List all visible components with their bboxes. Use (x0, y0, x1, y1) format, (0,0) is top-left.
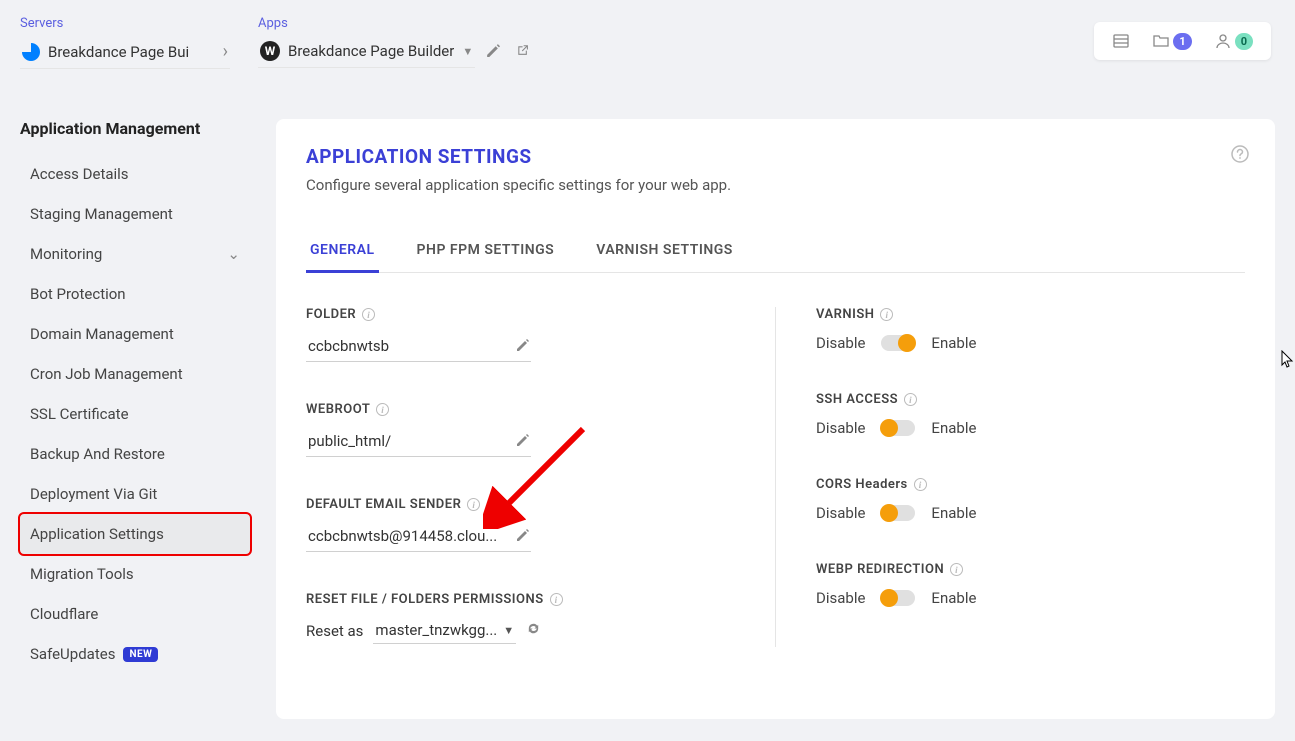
ssh-toggle[interactable] (881, 420, 915, 436)
refresh-icon[interactable] (526, 621, 541, 640)
sidebar-item-label: Application Settings (30, 525, 164, 543)
enable-label: Enable (931, 334, 976, 352)
folder-field[interactable]: ccbcbnwtsb (306, 330, 531, 362)
sidebar-item-label: Access Details (30, 165, 129, 183)
reset-user-select[interactable]: master_tnzwkgg... ▼ (373, 617, 516, 644)
sidebar-item-backup-and-restore[interactable]: Backup And Restore (20, 434, 250, 474)
info-icon[interactable]: i (880, 308, 893, 321)
mouse-cursor (1281, 350, 1295, 374)
panel-subtitle: Configure several application specific s… (306, 176, 1245, 194)
sidebar-item-label: Domain Management (30, 325, 174, 343)
webp-label: WEBP REDIRECTION (816, 562, 944, 577)
reset-prefix: Reset as (306, 622, 363, 640)
user-badge: 0 (1235, 33, 1253, 50)
sidebar: Application Management Access Details Sta… (20, 119, 250, 719)
enable-label: Enable (931, 419, 976, 437)
new-badge: NEW (123, 647, 158, 662)
tabs: GENERAL PHP FPM SETTINGS VARNISH SETTINGS (306, 230, 1245, 273)
sidebar-item-label: Cron Job Management (30, 365, 183, 383)
digitalocean-icon (22, 43, 40, 61)
cors-toggle[interactable] (881, 505, 915, 521)
sidebar-item-safeupdates[interactable]: SafeUpdates NEW (20, 634, 250, 674)
caret-down-icon: ▼ (462, 45, 473, 58)
sidebar-item-label: SSL Certificate (30, 405, 129, 423)
info-icon[interactable]: i (467, 498, 480, 511)
varnish-label: VARNISH (816, 307, 874, 322)
sidebar-item-cloudflare[interactable]: Cloudflare (20, 594, 250, 634)
sidebar-item-domain-management[interactable]: Domain Management (20, 314, 250, 354)
sidebar-item-deployment-via-git[interactable]: Deployment Via Git (20, 474, 250, 514)
info-icon[interactable]: i (914, 478, 927, 491)
sidebar-item-cron-job-management[interactable]: Cron Job Management (20, 354, 250, 394)
sidebar-item-label: Deployment Via Git (30, 485, 157, 503)
ssh-label: SSH ACCESS (816, 392, 898, 407)
sidebar-item-label: Cloudflare (30, 605, 98, 623)
servers-label[interactable]: Servers (20, 16, 230, 31)
folder-badge: 1 (1173, 33, 1191, 50)
tab-varnish-settings[interactable]: VARNISH SETTINGS (592, 230, 737, 272)
disable-label: Disable (816, 504, 865, 522)
app-selector[interactable]: W Breakdance Page Builder ▼ (258, 35, 475, 68)
sidebar-item-label: Migration Tools (30, 565, 134, 583)
folder-status-icon[interactable]: 1 (1152, 32, 1191, 50)
enable-label: Enable (931, 589, 976, 607)
reset-label: RESET FILE / FOLDERS PERMISSIONS (306, 592, 544, 607)
enable-label: Enable (931, 504, 976, 522)
sidebar-item-label: Monitoring (30, 245, 102, 263)
info-icon[interactable]: i (376, 403, 389, 416)
email-label: DEFAULT EMAIL SENDER (306, 497, 461, 512)
settings-panel: APPLICATION SETTINGS Configure several a… (276, 119, 1275, 719)
sidebar-item-monitoring[interactable]: Monitoring ⌄ (20, 234, 250, 274)
disable-label: Disable (816, 334, 865, 352)
info-icon[interactable]: i (904, 393, 917, 406)
tab-general[interactable]: GENERAL (306, 230, 379, 273)
user-status-icon[interactable]: 0 (1214, 32, 1253, 50)
cors-label: CORS Headers (816, 477, 908, 492)
wordpress-icon: W (260, 41, 280, 61)
app-breadcrumb: Apps W Breakdance Page Builder ▼ (258, 16, 538, 68)
tab-php-fpm-settings[interactable]: PHP FPM SETTINGS (413, 230, 559, 272)
disable-label: Disable (816, 589, 865, 607)
sidebar-item-staging-management[interactable]: Staging Management (20, 194, 250, 234)
pencil-icon[interactable] (515, 526, 529, 545)
info-icon[interactable]: i (550, 593, 563, 606)
sidebar-item-label: Bot Protection (30, 285, 126, 303)
sidebar-item-label: Staging Management (30, 205, 173, 223)
chevron-down-icon: ⌄ (227, 245, 240, 263)
status-box: 1 0 (1094, 22, 1271, 60)
disable-label: Disable (816, 419, 865, 437)
sidebar-item-application-settings[interactable]: Application Settings (20, 514, 250, 554)
varnish-toggle[interactable] (881, 335, 915, 351)
server-selector[interactable]: Breakdance Page Bui › (20, 35, 230, 69)
webp-toggle[interactable] (881, 590, 915, 606)
sidebar-item-ssl-certificate[interactable]: SSL Certificate (20, 394, 250, 434)
email-field[interactable]: ccbcbnwtsb@914458.clou... (306, 520, 531, 552)
server-breadcrumb: Servers Breakdance Page Bui › (20, 16, 230, 69)
sidebar-item-label: SafeUpdates (30, 645, 115, 663)
folder-label: FOLDER (306, 307, 356, 322)
sidebar-item-access-details[interactable]: Access Details (20, 154, 250, 194)
pencil-icon[interactable] (515, 431, 529, 450)
sidebar-item-migration-tools[interactable]: Migration Tools (20, 554, 250, 594)
webroot-field[interactable]: public_html/ (306, 425, 531, 457)
help-icon[interactable] (1231, 145, 1249, 167)
chevron-right-icon: › (223, 41, 228, 62)
sidebar-item-label: Backup And Restore (30, 445, 165, 463)
pencil-icon[interactable] (515, 336, 529, 355)
open-external-icon[interactable] (514, 42, 529, 61)
list-icon[interactable] (1112, 32, 1130, 50)
info-icon[interactable]: i (950, 563, 963, 576)
sidebar-title: Application Management (20, 119, 250, 138)
caret-down-icon: ▼ (503, 624, 514, 637)
sidebar-item-bot-protection[interactable]: Bot Protection (20, 274, 250, 314)
info-icon[interactable]: i (362, 308, 375, 321)
apps-label[interactable]: Apps (258, 16, 538, 31)
edit-app-icon[interactable] (485, 42, 500, 61)
panel-title: APPLICATION SETTINGS (306, 145, 1245, 168)
webroot-label: WEBROOT (306, 402, 370, 417)
